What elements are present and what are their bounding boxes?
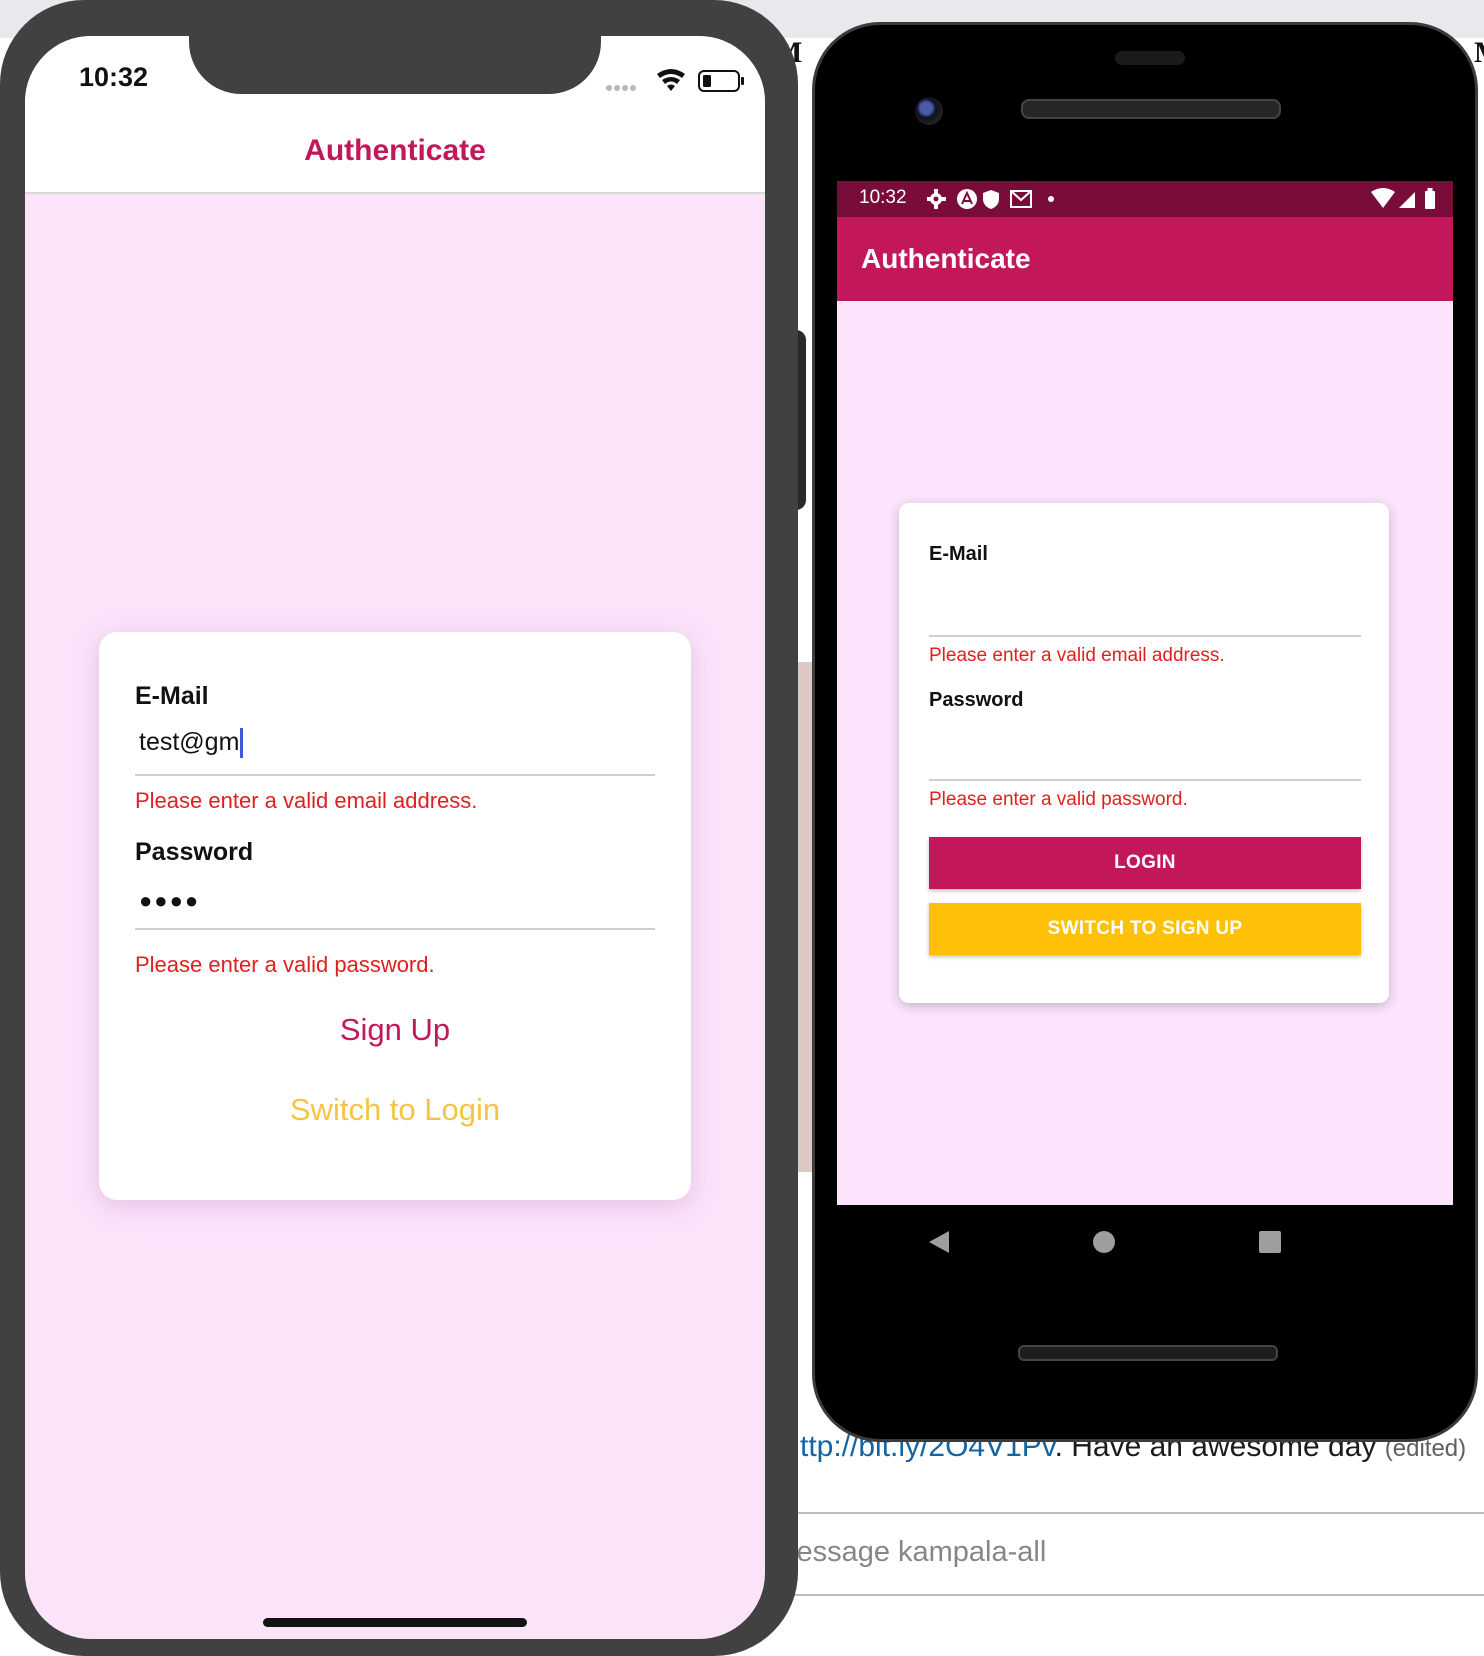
iphone-device-frame: 10:32 Authenticate E-Mail test@gm Please… bbox=[0, 0, 798, 1656]
background-gmail-icon-2: M bbox=[1474, 36, 1484, 70]
android-email-label: E-Mail bbox=[929, 543, 988, 565]
ios-auth-card: E-Mail test@gm Please enter a valid emai… bbox=[99, 632, 691, 1200]
android-notification-icons bbox=[927, 189, 1054, 209]
android-page-title: Authenticate bbox=[861, 243, 1031, 274]
background-compose-placeholder: lessage kampala-all bbox=[790, 1536, 1047, 1568]
ios-email-value: test@gm bbox=[139, 728, 244, 759]
android-speaker-bottom bbox=[1018, 1345, 1278, 1361]
shield-icon bbox=[983, 190, 999, 209]
iphone-screen: 10:32 Authenticate E-Mail test@gm Please… bbox=[25, 36, 765, 1639]
front-camera-icon bbox=[915, 97, 943, 125]
wifi-icon bbox=[1371, 188, 1395, 208]
android-screen: 10:32 Authenticate E-Mail Please enter a… bbox=[837, 181, 1453, 1205]
ios-email-field[interactable]: test@gm bbox=[135, 722, 655, 776]
ios-navigation-header: 10:32 Authenticate bbox=[25, 36, 765, 194]
android-speaker-top bbox=[1021, 99, 1281, 119]
android-email-field[interactable] bbox=[929, 595, 1361, 637]
ios-notch bbox=[189, 36, 601, 94]
gmail-icon bbox=[1010, 190, 1032, 208]
back-icon[interactable] bbox=[915, 1217, 965, 1267]
ios-password-error: Please enter a valid password. bbox=[135, 952, 435, 977]
ios-email-error: Please enter a valid email address. bbox=[135, 788, 478, 813]
android-earpiece bbox=[1115, 51, 1185, 65]
android-password-label: Password bbox=[929, 689, 1024, 711]
ios-status-icons bbox=[605, 66, 755, 96]
android-system-icons bbox=[1371, 188, 1435, 209]
android-password-field[interactable] bbox=[929, 739, 1361, 781]
android-email-error: Please enter a valid email address. bbox=[929, 645, 1225, 666]
ios-sign-up-button[interactable]: Sign Up bbox=[99, 1012, 691, 1048]
ios-password-label: Password bbox=[135, 838, 254, 866]
ios-password-value: ●●●● bbox=[139, 888, 201, 913]
text-caret bbox=[240, 728, 244, 759]
android-device-frame: 10:32 Authenticate E-Mail Please enter a… bbox=[812, 22, 1478, 1442]
home-icon[interactable] bbox=[1079, 1217, 1129, 1267]
android-auth-card: E-Mail Please enter a valid email addres… bbox=[899, 503, 1389, 1003]
background-compose-box[interactable]: lessage kampala-all bbox=[790, 1512, 1484, 1596]
cellular-signal-icon bbox=[606, 85, 636, 91]
ios-switch-to-login-button[interactable]: Switch to Login bbox=[99, 1092, 691, 1128]
ios-home-indicator[interactable] bbox=[263, 1618, 527, 1627]
android-login-button[interactable]: LOGIN bbox=[929, 837, 1361, 889]
ios-password-field[interactable]: ●●●● bbox=[135, 876, 655, 930]
android-toolbar: Authenticate bbox=[837, 217, 1453, 301]
wifi-icon bbox=[657, 69, 685, 91]
cellular-signal-icon bbox=[1399, 192, 1415, 208]
ios-email-label: E-Mail bbox=[135, 682, 209, 710]
battery-icon bbox=[1425, 188, 1435, 209]
recents-icon[interactable] bbox=[1245, 1217, 1295, 1267]
android-switch-to-sign-up-button[interactable]: SWITCH TO SIGN UP bbox=[929, 903, 1361, 955]
ios-page-title: Authenticate bbox=[304, 134, 486, 167]
battery-icon bbox=[698, 70, 744, 92]
android-status-time: 10:32 bbox=[859, 187, 907, 208]
ios-status-time: 10:32 bbox=[79, 62, 149, 92]
settings-gear-icon bbox=[927, 189, 946, 209]
more-notifications-dot-icon bbox=[1048, 196, 1054, 202]
android-status-bar: 10:32 bbox=[837, 181, 1453, 217]
android-password-error: Please enter a valid password. bbox=[929, 789, 1188, 810]
angular-app-icon bbox=[957, 189, 977, 209]
android-navigation-bar bbox=[815, 1205, 1431, 1285]
